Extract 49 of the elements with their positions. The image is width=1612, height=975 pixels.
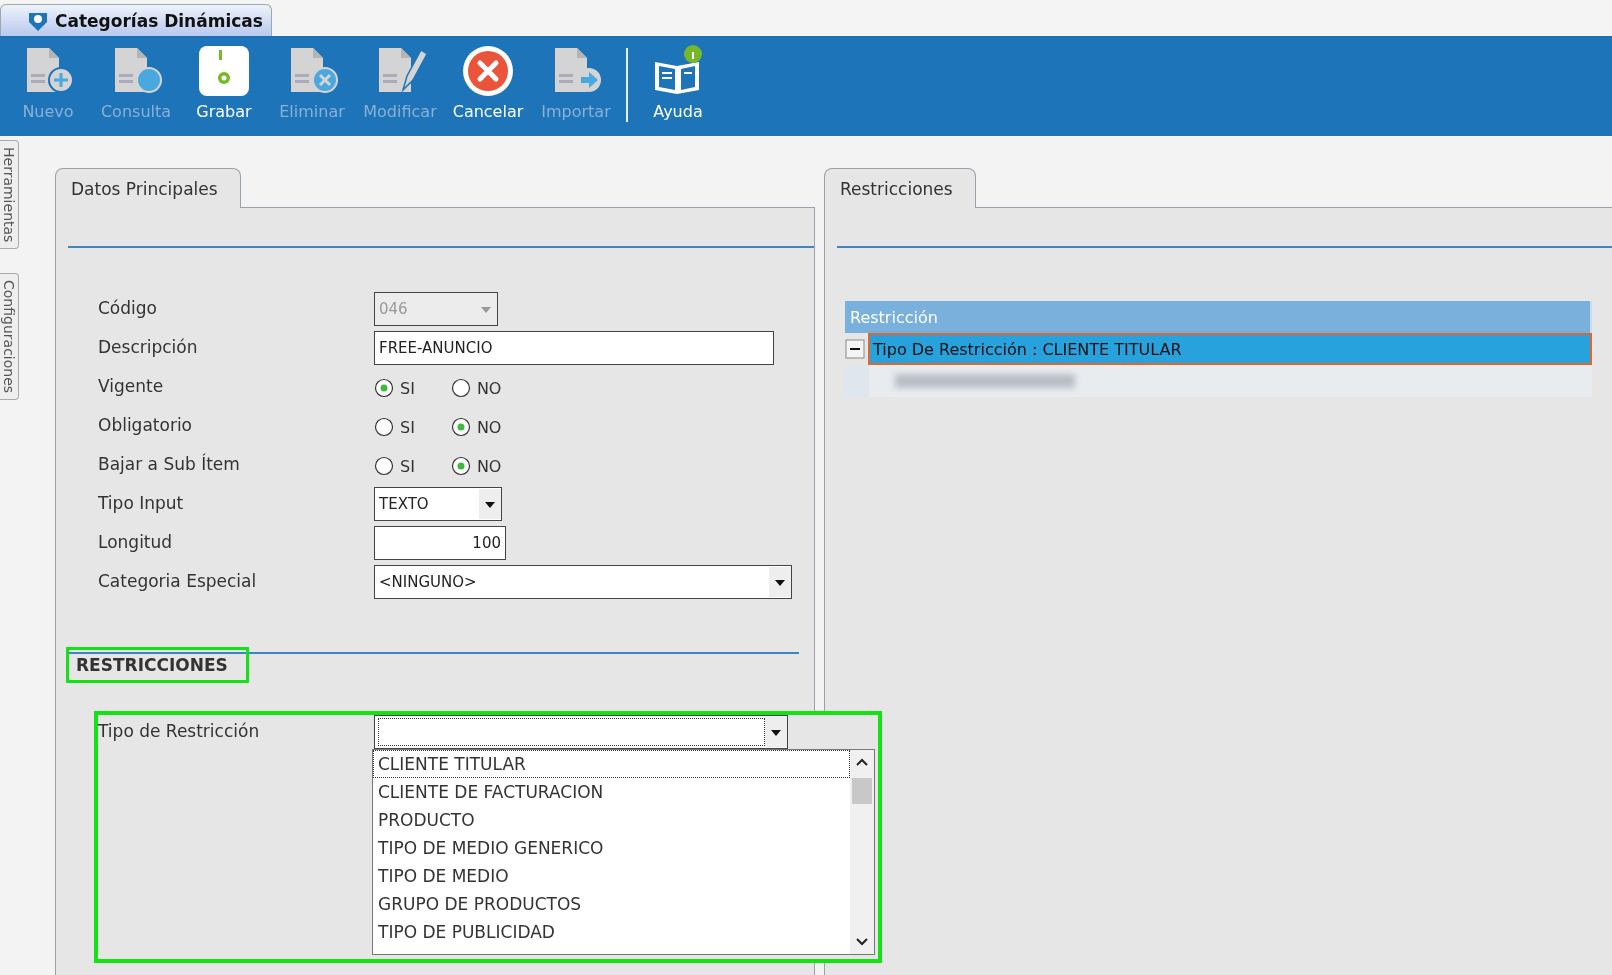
radio-button[interactable] [374,456,394,476]
dropdown-option[interactable]: PRODUCTO [373,806,850,834]
dropdown-option[interactable]: TIPO DE MEDIO GENERICO [373,834,850,862]
dropdown-option[interactable]: CLIENTE DE FACTURACION [373,778,850,806]
scroll-thumb[interactable] [852,778,872,804]
dropdown-field[interactable]: <NINGUNO> [374,565,792,599]
cancel-icon [461,44,515,98]
field-label: Obligatorio [98,414,193,435]
dropdown-option[interactable]: GRUPO DE PRODUCTOS [373,890,850,918]
column-header: Restricción [845,301,1592,333]
field-label: Código [98,297,158,318]
dropdown-option[interactable]: TIPO DE PUBLICIDAD [373,918,850,946]
dropdown-option[interactable]: TIPO DE MEDIO [373,862,850,890]
panel-tab[interactable]: Restricciones [824,168,976,208]
field-label: Vigente [98,375,165,396]
panel-tab[interactable]: Datos Principales [55,168,241,208]
field-label: Categoria Especial [98,570,258,591]
radio-button[interactable] [374,378,394,398]
dropdown-option[interactable]: CLIENTE TITULAR [373,750,850,778]
window-title: Categorías Dinámicas [55,10,263,31]
radio-option[interactable]: SI [374,456,415,476]
field-label: Bajar a Sub Ítem [98,452,241,474]
dropdown-field[interactable] [374,715,788,749]
toolbar-button[interactable]: Cancelar [444,44,532,121]
number-field[interactable]: 100 [374,526,506,560]
field-label: Tipo de Restricción [98,720,261,743]
collapse-icon[interactable] [845,339,865,359]
radio-button[interactable] [450,456,471,476]
field-label: Longitud [98,531,174,552]
tree-row[interactable]: Tipo De Restricción : CLIENTE TITULAR [868,333,1592,365]
side-tab[interactable]: Configuraciones [0,273,19,401]
text-field[interactable]: FREE-ANUNCIO [374,331,774,365]
dropdown-field[interactable]: TEXTO [374,487,502,521]
scrollbar[interactable] [850,750,874,954]
radio-button[interactable] [374,417,394,437]
toolbar-button[interactable]: Grabar [180,44,268,121]
field-label: Descripción [98,336,199,357]
radio-option[interactable]: SI [374,378,415,398]
radio-button[interactable] [450,378,471,398]
section-title: RESTRICCIONES [66,647,249,683]
radio-option[interactable]: NO [450,417,502,437]
radio-option[interactable]: NO [450,456,502,476]
radio-button[interactable] [450,417,471,437]
field-label: Tipo Input [98,492,185,513]
radio-option[interactable]: NO [450,378,502,398]
window-tab[interactable]: Categorías Dinámicas [0,4,272,36]
radio-option[interactable]: SI [374,417,415,437]
toolbar-button[interactable]: Ayuda [634,44,722,121]
side-tab[interactable]: Herramientas [0,140,19,250]
